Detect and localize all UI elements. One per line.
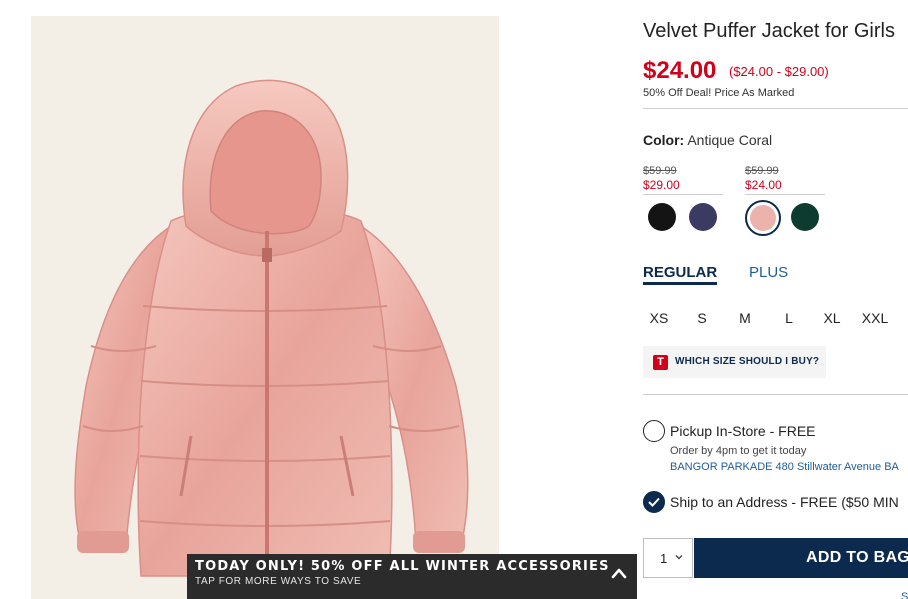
- was-price: $59.99: [643, 165, 677, 177]
- price-range: ($24.00 - $29.00): [729, 64, 829, 79]
- pickup-radio[interactable]: [643, 420, 665, 442]
- size-m[interactable]: M: [729, 310, 761, 326]
- cropped-link[interactable]: S: [901, 591, 908, 599]
- pickup-cutoff: Order by 4pm to get it today: [670, 445, 807, 457]
- color-label-prefix: Color:: [643, 132, 685, 148]
- size-xl[interactable]: XL: [816, 310, 848, 326]
- color-label: Color: Antique Coral: [643, 132, 772, 148]
- size-l[interactable]: L: [773, 310, 805, 326]
- size-guide-button[interactable]: T WHICH SIZE SHOULD I BUY?: [643, 346, 826, 378]
- chevron-up-icon[interactable]: [611, 566, 627, 580]
- size-guide-label: WHICH SIZE SHOULD I BUY?: [675, 356, 820, 367]
- price-group: $59.99 $29.00: [643, 165, 723, 195]
- size-xs[interactable]: XS: [643, 310, 675, 326]
- promo-subtitle: TAP FOR MORE WAYS TO SAVE: [195, 576, 362, 587]
- price-group: $59.99 $24.00: [745, 165, 825, 195]
- current-price: $24.00: [643, 57, 717, 84]
- chevron-down-icon: [675, 555, 683, 560]
- promo-banner[interactable]: TODAY ONLY! 50% OFF ALL WINTER ACCESSORI…: [187, 554, 637, 599]
- add-to-bag-button[interactable]: ADD TO BAG: [694, 538, 908, 578]
- ship-label: Ship to an Address - FREE ($50 MIN: [670, 494, 899, 510]
- check-icon: [648, 497, 660, 507]
- was-price: $59.99: [745, 165, 779, 177]
- divider: [643, 108, 908, 109]
- divider: [643, 394, 908, 395]
- sale-price: $24.00: [745, 178, 782, 192]
- tab-plus[interactable]: PLUS: [749, 264, 788, 281]
- product-image[interactable]: [31, 16, 499, 599]
- swatch-navy-plum[interactable]: [689, 203, 717, 231]
- size-s[interactable]: S: [686, 310, 718, 326]
- sale-price: $29.00: [643, 178, 680, 192]
- deal-text: 50% Off Deal! Price As Marked: [643, 87, 795, 99]
- quantity-select[interactable]: 1: [643, 538, 693, 578]
- promo-title: TODAY ONLY! 50% OFF ALL WINTER ACCESSORI…: [195, 559, 610, 574]
- swatch-black[interactable]: [648, 203, 676, 231]
- quantity-value: 1: [660, 551, 668, 566]
- pickup-label: Pickup In-Store - FREE: [670, 423, 816, 439]
- tab-regular[interactable]: REGULAR: [643, 264, 718, 285]
- size-guide-badge-icon: T: [653, 355, 668, 370]
- jacket-illustration: [74, 79, 469, 577]
- swatch-antique-coral[interactable]: [745, 200, 781, 236]
- swatch-emerald[interactable]: [791, 203, 819, 231]
- swatch-fill: [750, 205, 776, 231]
- product-title: Velvet Puffer Jacket for Girls: [643, 20, 895, 42]
- pickup-store-link[interactable]: BANGOR PARKADE 480 Stillwater Avenue BA: [670, 461, 899, 473]
- selected-color-name: Antique Coral: [687, 132, 773, 148]
- ship-radio[interactable]: [643, 491, 665, 513]
- size-xxl[interactable]: XXL: [859, 310, 891, 326]
